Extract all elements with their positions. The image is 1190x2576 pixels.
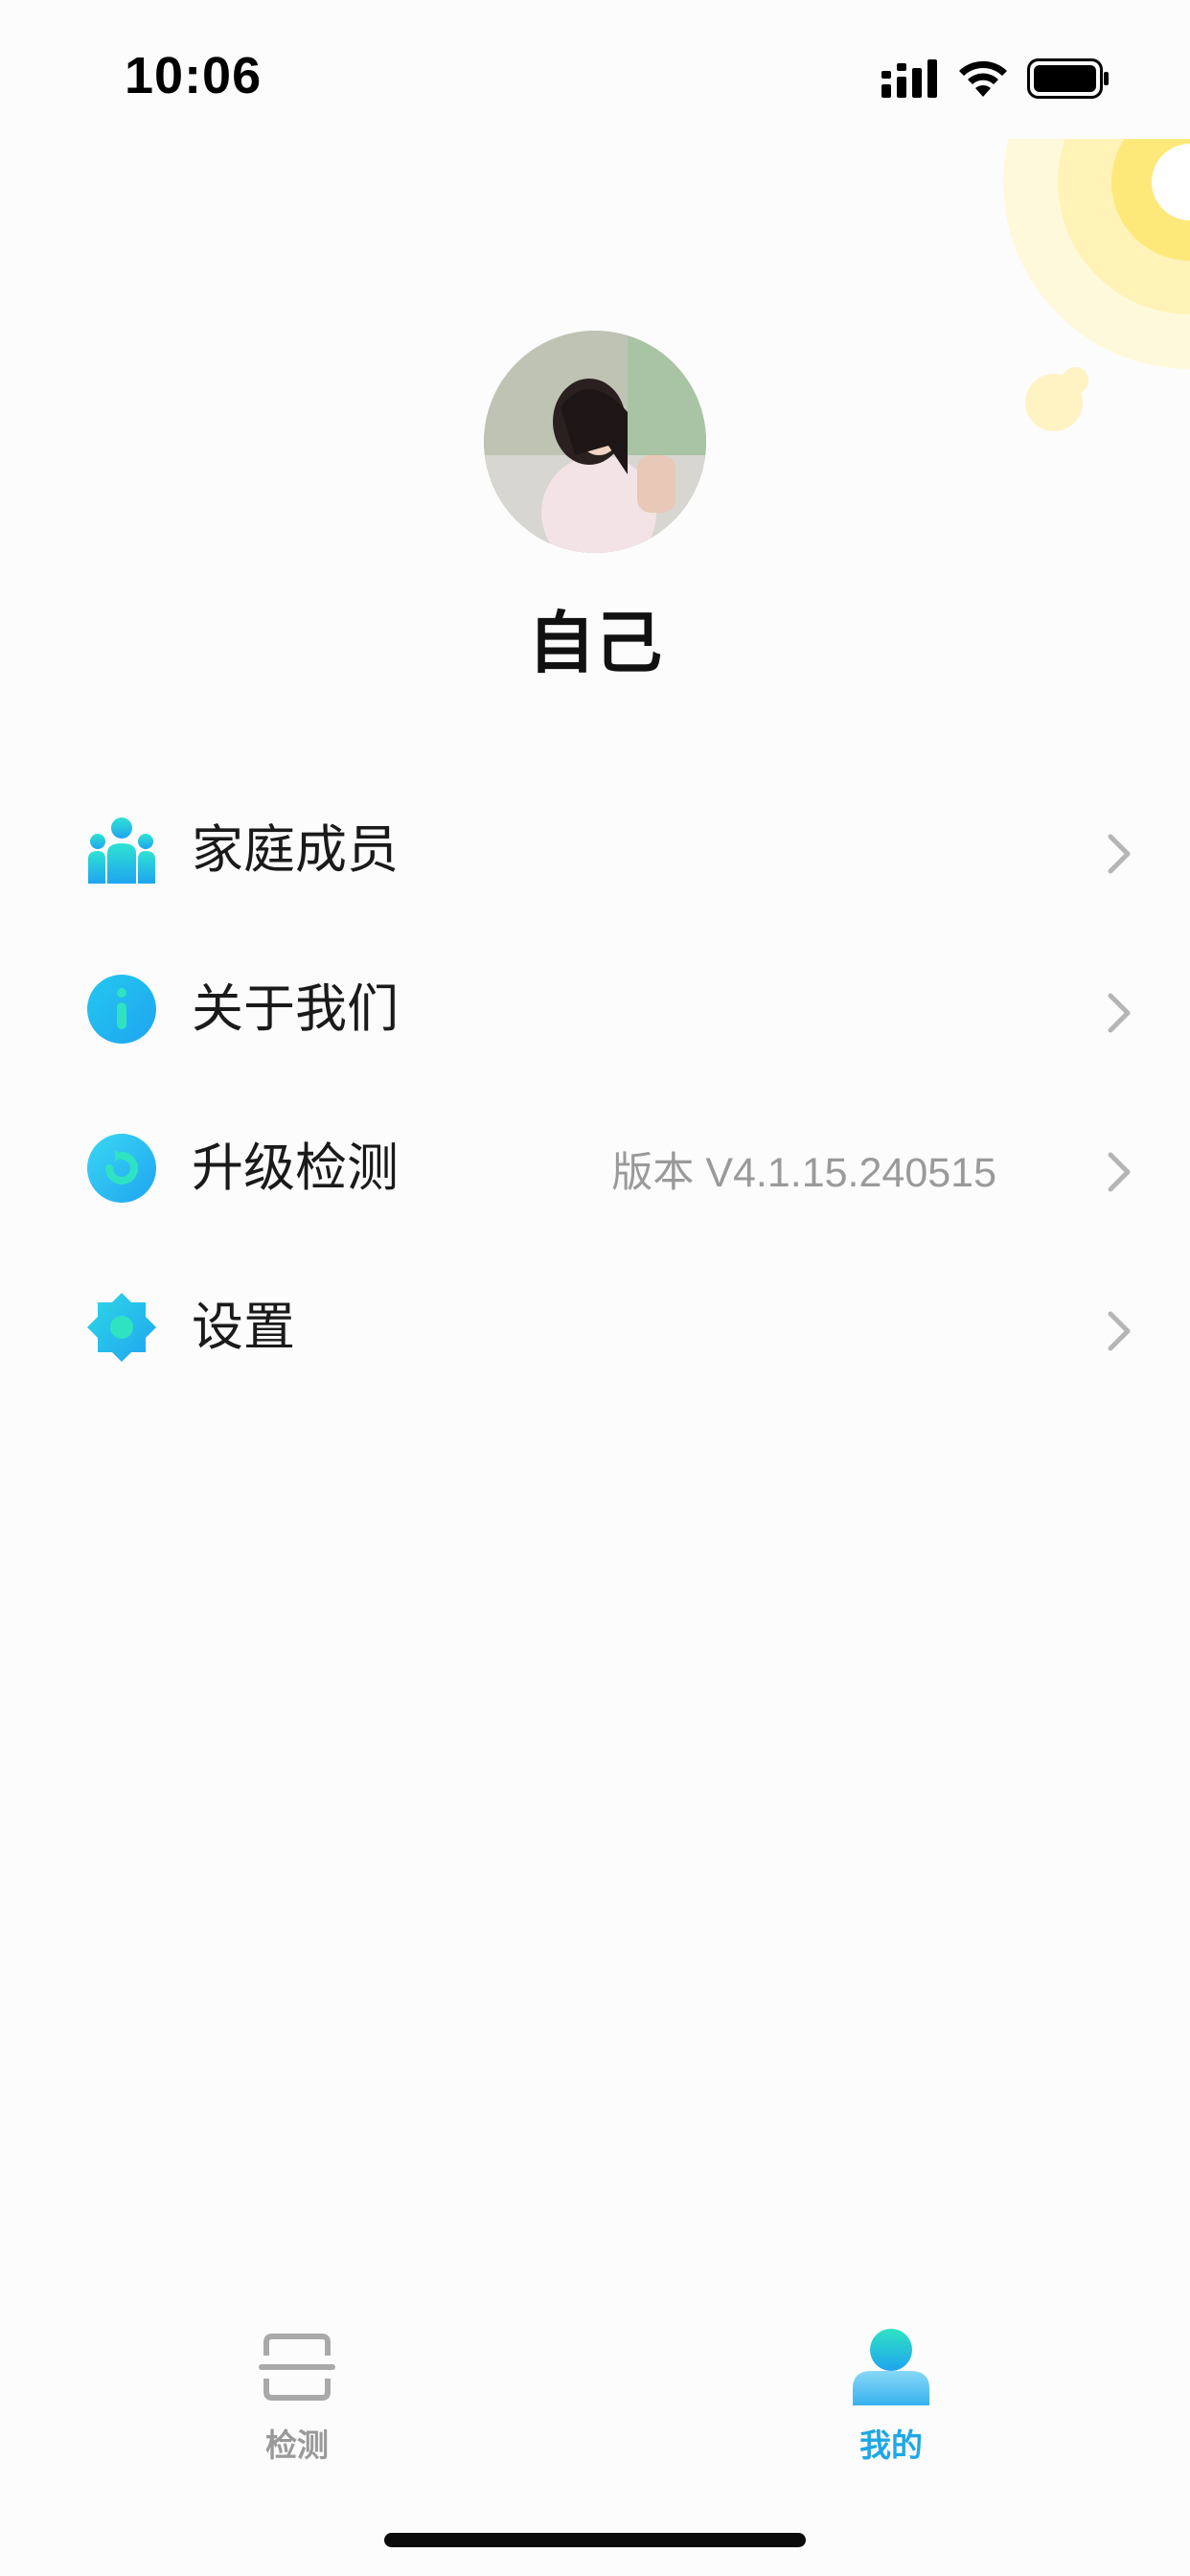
tab-mine[interactable]: 我的 — [795, 2300, 987, 2482]
scan-icon — [259, 2334, 335, 2401]
battery-icon — [1027, 58, 1109, 99]
avatar-photo — [484, 331, 706, 553]
menu-item-label: 关于我们 — [192, 978, 399, 1039]
info-icon — [87, 975, 156, 1044]
decorative-sun-graphic — [1003, 139, 1190, 431]
profile-person-icon — [853, 2329, 929, 2405]
settings-gear-icon — [87, 1293, 156, 1362]
tab-detect[interactable]: 检测 — [201, 2300, 393, 2482]
update-check-icon — [87, 1134, 156, 1203]
status-time: 10:06 — [125, 47, 263, 104]
home-indicator[interactable] — [384, 2533, 806, 2547]
menu-item-label: 家庭成员 — [192, 819, 399, 880]
chevron-right-icon — [1108, 834, 1131, 874]
chevron-right-icon — [1108, 1311, 1131, 1351]
cellular-signal-icon — [881, 59, 937, 98]
settings-menu: 家庭成员 关于我们 升级检测 版本 V4.1.15.240515 设置 — [0, 776, 1190, 1413]
version-text: 版本 V4.1.15.240515 — [611, 1150, 996, 1196]
status-icons — [881, 58, 1110, 100]
profile-name: 自己 — [528, 604, 662, 682]
tab-bar: 检测 我的 — [0, 2300, 1190, 2492]
family-members-icon — [88, 817, 155, 884]
menu-item-update-check[interactable]: 升级检测 版本 V4.1.15.240515 — [0, 1094, 1190, 1254]
avatar[interactable] — [484, 331, 706, 553]
tab-label: 检测 — [265, 2426, 329, 2464]
menu-item-family-members[interactable]: 家庭成员 — [0, 776, 1190, 935]
chevron-right-icon — [1108, 993, 1131, 1033]
menu-item-label: 升级检测 — [192, 1138, 399, 1198]
chevron-right-icon — [1108, 1152, 1131, 1192]
profile-screen: 10:06 自己 家庭成员 关于我们 升级检测 版本 V4.1.15.24051… — [0, 0, 1190, 2576]
wifi-icon — [959, 60, 1007, 97]
status-bar: 10:06 — [0, 0, 1190, 144]
tab-label: 我的 — [859, 2426, 923, 2464]
menu-item-about-us[interactable]: 关于我们 — [0, 935, 1190, 1094]
menu-item-label: 设置 — [192, 1297, 295, 1357]
menu-item-settings[interactable]: 设置 — [0, 1254, 1190, 1413]
